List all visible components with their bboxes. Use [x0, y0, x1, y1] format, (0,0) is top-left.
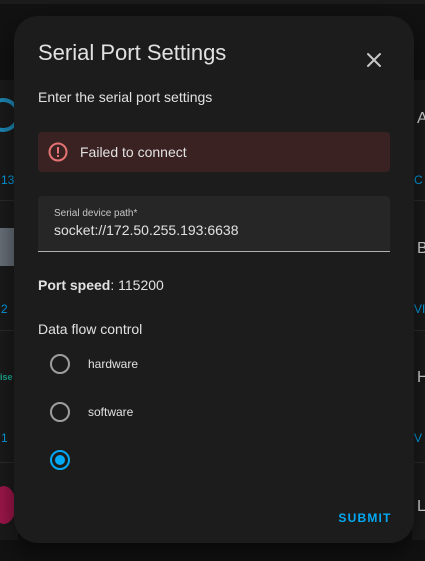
background-topbar: [0, 0, 425, 4]
background-item-letter: H: [417, 369, 425, 386]
submit-button[interactable]: SUBMIT: [330, 504, 400, 532]
background-link[interactable]: V: [414, 431, 422, 445]
dialog-subtitle: Enter the serial port settings: [38, 89, 213, 105]
serial-device-path-label: Serial device path*: [54, 208, 138, 219]
background-link[interactable]: 13: [1, 173, 14, 187]
radio-button-selected[interactable]: [50, 450, 70, 470]
dialog-title: Serial Port Settings: [38, 40, 227, 65]
radio-label: software: [88, 405, 134, 419]
background-link[interactable]: 2: [1, 302, 8, 316]
serial-port-settings-dialog: Serial Port Settings Enter the serial po…: [14, 16, 414, 543]
radio-option-none[interactable]: [50, 448, 250, 472]
background-item-letter: B: [417, 240, 425, 257]
background-item-letter: L: [417, 498, 425, 515]
port-speed-value: 115200: [118, 277, 164, 293]
close-icon: [367, 53, 381, 67]
close-button[interactable]: [358, 44, 390, 76]
background-link[interactable]: C: [414, 173, 423, 187]
serial-device-path-field[interactable]: Serial device path*: [38, 196, 390, 252]
radio-option-software[interactable]: software: [50, 400, 250, 424]
background-logo-text: ise: [0, 372, 13, 382]
error-circle-icon: [48, 142, 68, 162]
background-link[interactable]: VI: [414, 302, 425, 316]
error-alert: Failed to connect: [38, 132, 390, 172]
radio-label: hardware: [88, 357, 139, 371]
background-link[interactable]: 1: [1, 431, 8, 445]
radio-option-hardware[interactable]: hardware: [50, 352, 250, 376]
alert-message: Failed to connect: [80, 144, 187, 160]
port-speed: Port speed: 115200: [38, 277, 164, 293]
port-speed-label: Port speed: [38, 277, 111, 293]
background-bottom: [0, 540, 425, 561]
data-flow-control-label: Data flow control: [38, 321, 143, 337]
serial-device-path-input[interactable]: [54, 222, 374, 238]
background-item-letter: A: [417, 110, 425, 127]
radio-button[interactable]: [50, 354, 70, 374]
radio-button[interactable]: [50, 402, 70, 422]
